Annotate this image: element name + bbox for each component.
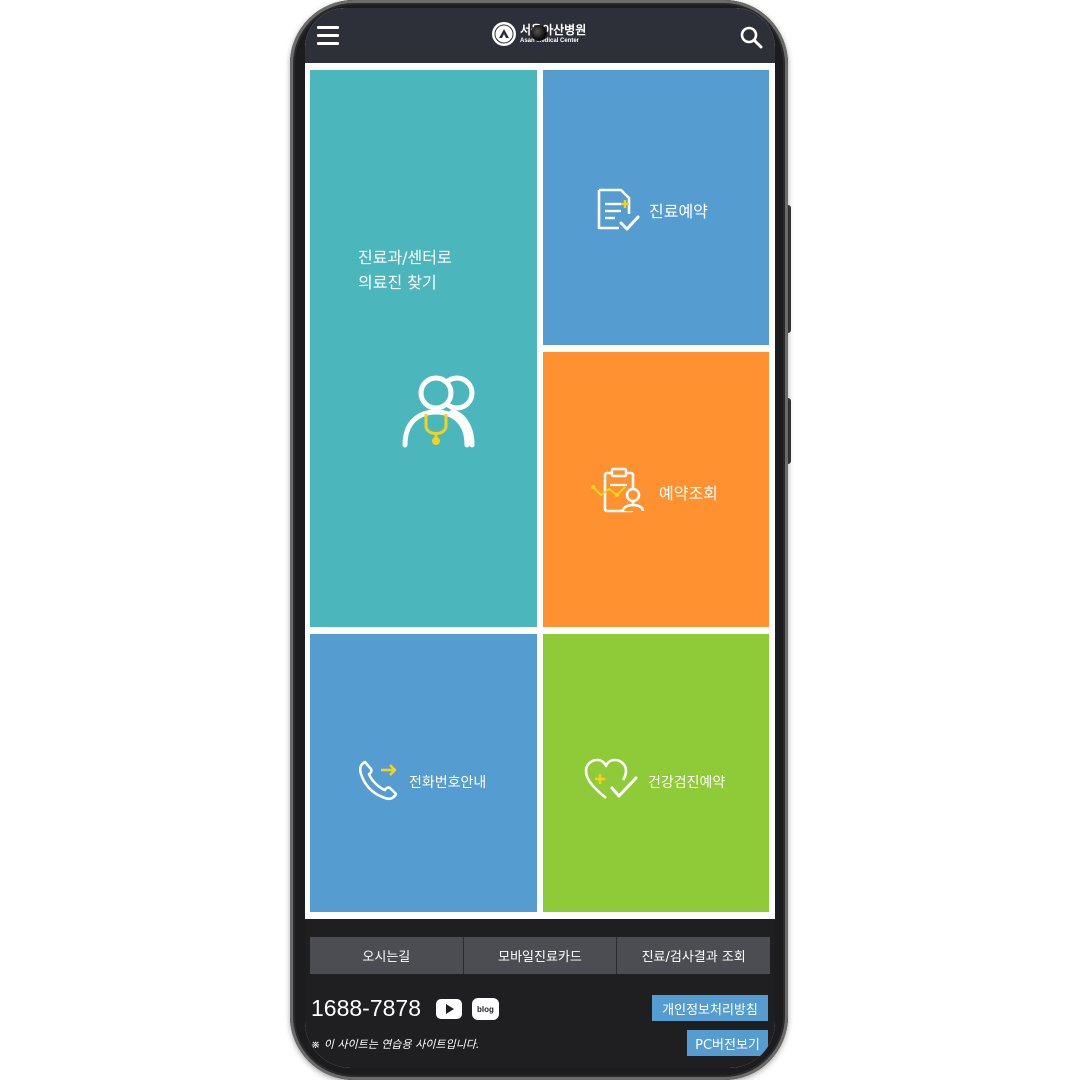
search-icon[interactable]	[739, 25, 763, 49]
doctor-group-icon	[402, 370, 492, 454]
hospital-phone-number[interactable]: 1688-7878	[311, 995, 421, 1022]
reservation-lookup-label: 예약조회	[659, 484, 718, 503]
footer: 오시는길 모바일진료카드 진료/검사결과 조회 1688-7878 blog 개…	[305, 919, 775, 1068]
logo-emblem-icon	[492, 22, 516, 46]
find-doctor-label: 진료과/센터로 의료진 찾기	[358, 245, 452, 295]
quick-links-bar: 오시는길 모바일진료카드 진료/검사결과 조회	[310, 937, 771, 974]
clipboard-check-icon	[595, 184, 641, 236]
find-doctor-tile[interactable]: 진료과/센터로 의료진 찾기	[310, 70, 537, 627]
reservation-label: 진료예약	[649, 202, 708, 221]
mobile-card-link[interactable]: 모바일진료카드	[463, 937, 618, 974]
health-checkup-tile[interactable]: 건강검진예약	[543, 634, 769, 912]
hamburger-menu-icon[interactable]	[317, 26, 339, 46]
phone-arrow-icon	[357, 758, 401, 806]
logo-english-text: Asan Medical Center	[520, 38, 580, 44]
youtube-icon[interactable]	[436, 999, 462, 1019]
blog-icon[interactable]: blog	[472, 998, 499, 1020]
test-results-link[interactable]: 진료/검사결과 조회	[617, 937, 771, 974]
phone-directory-label: 전화번호안내	[409, 775, 487, 791]
front-camera	[531, 25, 547, 41]
practice-site-notice: ※ 이 사이트는 연습용 사이트입니다.	[311, 1038, 480, 1051]
find-doctor-label-line2: 의료진 찾기	[358, 273, 437, 292]
clipboard-person-icon	[591, 465, 651, 519]
health-checkup-label: 건강검진예약	[648, 775, 726, 791]
pc-version-button[interactable]: PC버전보기	[687, 1030, 768, 1056]
reservation-tile[interactable]: 진료예약	[543, 70, 769, 345]
find-doctor-label-line1: 진료과/센터로	[358, 248, 452, 267]
app-screen: 서울아산병원 Asan Medical Center 진료과/센터로 의료진 찾…	[305, 8, 775, 1068]
logo-korean-text: 서울아산병원	[520, 23, 587, 37]
directions-link[interactable]: 오시는길	[310, 937, 464, 974]
heart-check-icon	[584, 758, 640, 806]
reservation-lookup-tile[interactable]: 예약조회	[543, 352, 769, 627]
privacy-policy-button[interactable]: 개인정보처리방침	[652, 995, 768, 1021]
phone-directory-tile[interactable]: 전화번호안내	[310, 634, 537, 912]
